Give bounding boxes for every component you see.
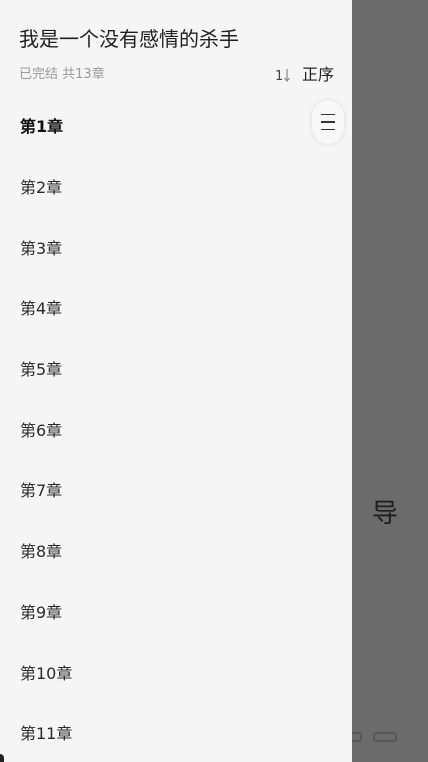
reader-screen: 导 我是一个没有感情的杀手 已完结 共13章 1 正序 第1章 第2章 第3章 第4章…: [0, 0, 428, 762]
chapter-item[interactable]: 第7章: [0, 459, 352, 520]
sort-order-label: 正序: [302, 65, 335, 84]
sort-order-icon: 1: [274, 64, 298, 86]
chapter-item[interactable]: 第8章: [0, 520, 352, 581]
chapter-item[interactable]: 第2章: [0, 156, 352, 217]
fast-scroll-handle[interactable]: [312, 100, 344, 144]
chapter-item[interactable]: 第6章: [0, 398, 352, 459]
scroll-handle-line: [321, 121, 335, 123]
chapter-item[interactable]: 第9章: [0, 581, 352, 642]
chapter-item[interactable]: 第3章: [0, 216, 352, 277]
book-meta: 已完结 共13章: [19, 66, 105, 84]
book-title: 我是一个没有感情的杀手: [19, 27, 239, 51]
chapter-count: 共13章: [62, 67, 105, 82]
chapter-drawer: 我是一个没有感情的杀手 已完结 共13章 1 正序 第1章 第2章 第3章 第4章 第5…: [0, 0, 352, 762]
background-battery-icon: [373, 732, 397, 742]
book-status: 已完结: [19, 67, 59, 82]
scroll-handle-line: [321, 113, 335, 116]
chapter-item[interactable]: 第4章: [0, 277, 352, 338]
chapter-item[interactable]: 第5章: [0, 338, 352, 399]
chapter-item[interactable]: 第11章: [0, 702, 352, 762]
chapter-item[interactable]: 第10章: [0, 641, 352, 702]
background-text: 导: [372, 499, 399, 529]
chapter-list: 第1章 第2章 第3章 第4章 第5章 第6章 第7章 第8章 第9章 第10章 第11章: [0, 95, 352, 762]
svg-text:1: 1: [275, 69, 283, 83]
scroll-handle-line: [321, 128, 335, 131]
screen-corner: [0, 754, 4, 762]
chapter-item[interactable]: 第1章: [0, 95, 352, 156]
sort-order-toggle[interactable]: 1 正序: [274, 64, 334, 86]
